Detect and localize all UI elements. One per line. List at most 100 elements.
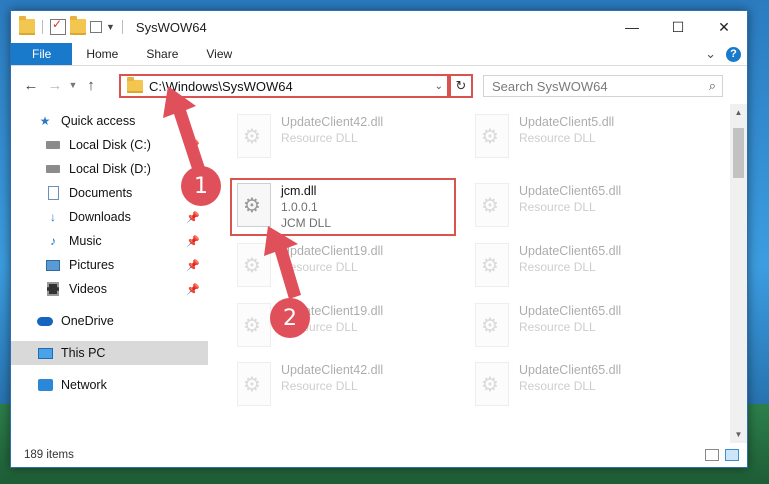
file-name: UpdateClient5.dll: [519, 115, 615, 129]
recent-locations-button[interactable]: ▼: [67, 80, 79, 90]
close-button[interactable]: ✕: [701, 11, 747, 43]
sidebar-item-label: Network: [61, 378, 107, 392]
onedrive-icon: [37, 314, 53, 328]
pin-icon[interactable]: 📌: [186, 139, 200, 152]
sidebar-item-label: This PC: [61, 346, 106, 360]
file-item[interactable]: UpdateClient42.dll Resource DLL: [231, 110, 456, 166]
explorer-window: ▼ SysWOW64 — ☐ ✕ File Home Share View ⌄ …: [10, 10, 748, 468]
pictures-icon: [45, 258, 61, 272]
sidebar-item-local-disk-c[interactable]: Local Disk (C:) 📌: [11, 133, 208, 157]
customize-toolbar-icon[interactable]: [90, 21, 102, 33]
dll-file-icon: [475, 114, 509, 158]
sidebar-item-this-pc[interactable]: This PC: [11, 341, 208, 365]
file-name: UpdateClient65.dll: [519, 304, 622, 318]
scroll-thumb[interactable]: [733, 128, 744, 178]
scroll-up-button[interactable]: ▲: [730, 104, 747, 121]
tab-view[interactable]: View: [192, 43, 246, 65]
search-icon[interactable]: ⌕: [709, 78, 716, 94]
sidebar-item-quick-access[interactable]: ★ Quick access: [11, 109, 208, 133]
chevron-down-icon[interactable]: ▼: [106, 22, 115, 32]
sidebar-item-videos[interactable]: Videos 📌: [11, 277, 208, 301]
step-1-badge: 1: [181, 166, 221, 206]
address-path[interactable]: C:\Windows\SysWOW64: [149, 79, 293, 94]
sidebar-item-network[interactable]: Network: [11, 373, 208, 397]
drive-icon: [45, 138, 61, 152]
sidebar-item-label: Documents: [69, 186, 133, 200]
dll-file-icon: [475, 303, 509, 347]
pin-icon[interactable]: 📌: [186, 283, 200, 296]
file-item[interactable]: UpdateClient65.dll Resource DLL: [469, 239, 694, 295]
music-icon: ♪: [50, 234, 56, 248]
sidebar-item-music[interactable]: ♪ Music 📌: [11, 229, 208, 253]
properties-icon[interactable]: [50, 17, 66, 35]
pc-icon: [37, 346, 53, 360]
minimize-button[interactable]: —: [609, 11, 655, 43]
large-icons-view-button[interactable]: [725, 449, 739, 461]
file-name: UpdateClient65.dll: [519, 184, 622, 198]
file-item[interactable]: UpdateClient42.dll Resource DLL: [231, 358, 456, 414]
file-type: Resource DLL: [281, 260, 358, 274]
file-item[interactable]: UpdateClient65.dll Resource DLL: [469, 179, 694, 235]
window-title: SysWOW64: [135, 19, 207, 35]
file-item[interactable]: UpdateClient65.dll Resource DLL: [469, 299, 694, 355]
folder-icon: [19, 16, 35, 35]
chevron-down-icon[interactable]: ⌄: [435, 81, 443, 92]
vertical-scrollbar[interactable]: ▲ ▼: [730, 104, 747, 443]
pin-icon[interactable]: 📌: [186, 259, 200, 272]
sidebar-item-documents[interactable]: Documents 📌: [11, 181, 208, 205]
help-icon[interactable]: ?: [726, 46, 741, 62]
tab-file[interactable]: File: [11, 43, 73, 65]
sidebar-item-pictures[interactable]: Pictures 📌: [11, 253, 208, 277]
file-name: UpdateClient42.dll: [281, 115, 384, 129]
dll-file-icon: [475, 243, 509, 287]
pin-icon[interactable]: 📌: [186, 211, 200, 224]
up-button[interactable]: ↑: [79, 77, 103, 94]
step-2-badge: 2: [270, 298, 310, 338]
new-folder-icon[interactable]: [70, 16, 86, 35]
file-list: UpdateClient42.dll Resource DLL UpdateCl…: [208, 104, 747, 443]
refresh-button[interactable]: ↻: [449, 74, 473, 98]
file-item[interactable]: UpdateClient5.dll Resource DLL: [469, 110, 694, 166]
sidebar-item-label: Pictures: [69, 258, 115, 272]
dll-file-icon: [475, 362, 509, 406]
downloads-icon: ↓: [50, 210, 56, 224]
file-type: Resource DLL: [519, 320, 596, 334]
file-type: Resource DLL: [281, 131, 358, 145]
search-input[interactable]: Search SysWOW64 ⌕: [483, 75, 723, 97]
main-area: ★ Quick access Local Disk (C:) 📌 Local D…: [11, 104, 747, 443]
pin-icon[interactable]: 📌: [186, 235, 200, 248]
file-item[interactable]: UpdateClient19.dll Resource DLL: [231, 239, 456, 295]
file-name: UpdateClient65.dll: [519, 244, 622, 258]
tab-home[interactable]: Home: [72, 43, 132, 65]
sidebar-item-label: OneDrive: [61, 314, 114, 328]
expand-ribbon-icon[interactable]: ⌄: [705, 46, 716, 62]
file-item[interactable]: UpdateClient19.dll Resource DLL: [231, 299, 456, 355]
title-bar: ▼ SysWOW64 — ☐ ✕: [11, 11, 747, 43]
scroll-down-button[interactable]: ▼: [730, 426, 747, 443]
sidebar-item-label: Quick access: [61, 114, 136, 128]
file-name: UpdateClient65.dll: [519, 363, 622, 377]
sidebar-item-label: Local Disk (D:): [69, 162, 151, 176]
tab-share[interactable]: Share: [132, 43, 192, 65]
forward-button[interactable]: →: [43, 77, 67, 94]
sidebar-item-label: Downloads: [69, 210, 131, 224]
network-icon: [37, 378, 53, 392]
file-item[interactable]: UpdateClient65.dll Resource DLL: [469, 358, 694, 414]
quick-access-toolbar: ▼: [19, 16, 126, 35]
sidebar-item-label: Videos: [69, 282, 107, 296]
maximize-button[interactable]: ☐: [655, 11, 701, 43]
sidebar-item-local-disk-d[interactable]: Local Disk (D:): [11, 157, 208, 181]
documents-icon: [45, 186, 61, 200]
divider: [121, 20, 123, 34]
dll-file-icon: [237, 114, 271, 158]
sidebar-item-onedrive[interactable]: OneDrive: [11, 309, 208, 333]
back-button[interactable]: ←: [19, 77, 43, 94]
sidebar-item-downloads[interactable]: ↓ Downloads 📌: [11, 205, 208, 229]
file-type: Resource DLL: [519, 131, 596, 145]
address-bar[interactable]: C:\Windows\SysWOW64 ⌄: [119, 74, 449, 98]
item-count: 189 items: [24, 449, 74, 461]
details-view-button[interactable]: [705, 449, 719, 461]
videos-icon: [45, 282, 61, 296]
navigation-pane: ★ Quick access Local Disk (C:) 📌 Local D…: [11, 104, 208, 443]
status-bar: 189 items: [11, 443, 747, 467]
